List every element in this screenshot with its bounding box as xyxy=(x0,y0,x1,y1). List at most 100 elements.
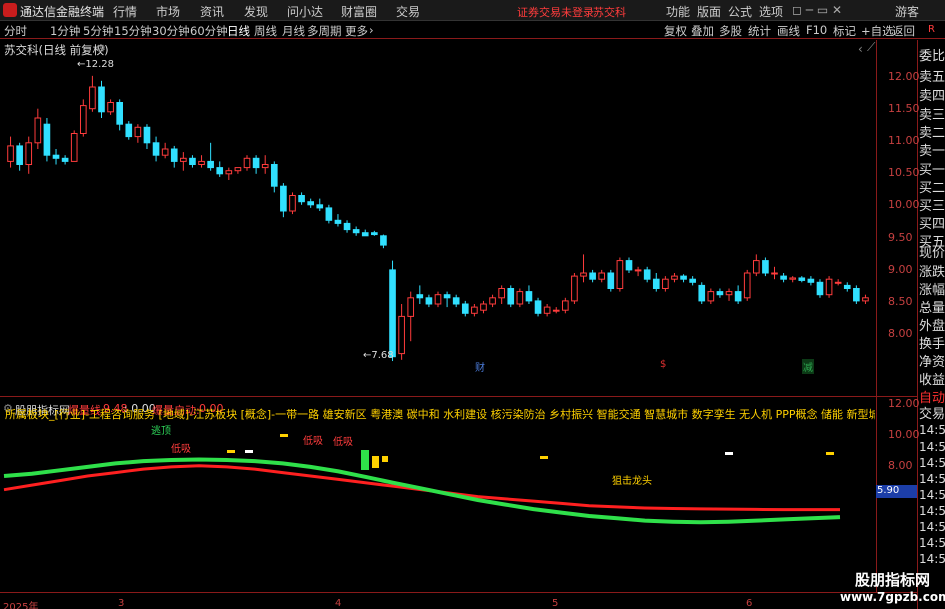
menu-item-news[interactable]: 资讯 xyxy=(200,3,224,20)
candle-body[interactable] xyxy=(562,300,569,311)
tool-mark-button[interactable]: 标记 xyxy=(833,23,856,39)
menu-item-wealth[interactable]: 财富圈 xyxy=(341,3,377,20)
menu-item-quotes[interactable]: 行情 xyxy=(113,3,137,20)
candle-body[interactable] xyxy=(180,157,187,162)
candle-body[interactable] xyxy=(625,260,633,271)
candle-body[interactable] xyxy=(743,272,751,299)
candle-body[interactable] xyxy=(134,126,142,138)
panel-row[interactable]: 涨跌 xyxy=(919,261,945,280)
candle-body[interactable] xyxy=(398,315,405,355)
panel-row[interactable]: 卖五 xyxy=(919,66,945,85)
candle-body[interactable] xyxy=(307,201,314,206)
candle-body[interactable] xyxy=(862,297,869,302)
candle-body[interactable] xyxy=(734,291,742,302)
candle-body[interactable] xyxy=(98,86,105,113)
guest-label[interactable]: 游客 xyxy=(895,3,919,20)
candle-body[interactable] xyxy=(161,148,169,156)
window-controls-icon[interactable]: ◻ ─ ▭ ✕ xyxy=(792,3,842,17)
candle-body[interactable] xyxy=(461,303,469,314)
panel-row[interactable]: 买一 xyxy=(919,159,945,178)
candle-body[interactable] xyxy=(789,277,797,280)
candle-body[interactable] xyxy=(89,86,96,110)
candle-body[interactable] xyxy=(407,297,415,317)
candle-body[interactable] xyxy=(34,117,42,144)
candle-body[interactable] xyxy=(652,278,660,289)
panel-tab-trade[interactable]: 交易 xyxy=(919,403,945,422)
candle-body[interactable] xyxy=(752,260,760,274)
period-tab[interactable]: 15分钟 xyxy=(114,23,152,39)
candle-body[interactable] xyxy=(107,102,114,113)
period-tab[interactable]: 周线 xyxy=(254,23,277,39)
candle-body[interactable] xyxy=(671,275,678,280)
period-more[interactable]: 更多 xyxy=(345,23,368,39)
candle-body[interactable] xyxy=(343,222,351,231)
candle-body[interactable] xyxy=(189,157,196,166)
candle-body[interactable] xyxy=(79,105,87,134)
candle-body[interactable] xyxy=(589,272,596,280)
menu-item-layout[interactable]: 版面 xyxy=(697,3,721,20)
candle-body[interactable] xyxy=(571,275,578,302)
candle-body[interactable] xyxy=(261,164,269,169)
panel-row[interactable]: 买四 xyxy=(919,213,945,232)
candle-body[interactable] xyxy=(389,269,396,358)
panel-row[interactable]: 卖二 xyxy=(919,122,945,141)
candle-body[interactable] xyxy=(798,277,806,281)
candle-body[interactable] xyxy=(816,281,824,296)
candle-body[interactable] xyxy=(380,235,387,246)
candle-body[interactable] xyxy=(425,297,433,305)
candle-body[interactable] xyxy=(152,142,160,156)
candle-body[interactable] xyxy=(434,294,442,305)
panel-row[interactable]: 总量 xyxy=(919,297,945,316)
event-marker-reduce[interactable]: 减 xyxy=(802,359,814,374)
candle-body[interactable] xyxy=(143,126,151,144)
candle-body[interactable] xyxy=(534,300,542,314)
period-tab[interactable]: 多周期 xyxy=(307,23,342,39)
candle-body[interactable] xyxy=(225,170,233,175)
panel-row[interactable]: 委比 xyxy=(919,45,945,64)
candle-body[interactable] xyxy=(762,260,769,274)
panel-row[interactable]: 换手 xyxy=(919,333,945,352)
candle-body[interactable] xyxy=(198,160,205,166)
candle-body[interactable] xyxy=(43,123,51,156)
candle-body[interactable] xyxy=(416,294,424,299)
menu-item-options[interactable]: 选项 xyxy=(759,3,783,20)
candle-body[interactable] xyxy=(598,272,606,280)
panel-row[interactable]: 卖四 xyxy=(919,85,945,104)
candle-body[interactable] xyxy=(780,275,787,280)
panel-row[interactable]: 现价 xyxy=(919,242,945,261)
candle-body[interactable] xyxy=(216,167,224,175)
candle-body[interactable] xyxy=(70,133,78,162)
candle-body[interactable] xyxy=(480,303,487,311)
candle-body[interactable] xyxy=(352,229,360,234)
panel-row[interactable]: 收益 xyxy=(919,369,945,388)
panel-row[interactable]: 涨幅 xyxy=(919,279,945,298)
candle-body[interactable] xyxy=(552,309,560,312)
candle-body[interactable] xyxy=(471,306,478,314)
period-tab[interactable]: 60分钟 xyxy=(190,23,228,39)
candle-body[interactable] xyxy=(843,284,851,289)
menu-item-discover[interactable]: 发现 xyxy=(244,3,268,20)
candle-body[interactable] xyxy=(280,185,287,212)
candle-body[interactable] xyxy=(698,284,706,302)
candle-body[interactable] xyxy=(771,272,778,275)
period-tab[interactable]: 月线 xyxy=(282,23,305,39)
candle-body[interactable] xyxy=(334,219,342,224)
period-tab[interactable]: 30分钟 xyxy=(152,23,190,39)
candle-body[interactable] xyxy=(689,278,696,283)
candle-body[interactable] xyxy=(498,288,505,299)
panel-row[interactable]: 外盘 xyxy=(919,315,945,334)
candle-body[interactable] xyxy=(634,269,642,272)
tool-back-button[interactable]: 返回 xyxy=(892,23,915,39)
candle-body[interactable] xyxy=(580,272,587,277)
menu-item-formula[interactable]: 公式 xyxy=(728,3,752,20)
menu-item-function[interactable]: 功能 xyxy=(666,3,690,20)
candle-body[interactable] xyxy=(662,278,669,289)
candle-body[interactable] xyxy=(289,195,296,212)
candle-body[interactable] xyxy=(7,145,14,162)
candle-body[interactable] xyxy=(270,164,278,187)
candle-body[interactable] xyxy=(125,123,133,138)
candle-body[interactable] xyxy=(725,291,733,296)
candle-body[interactable] xyxy=(207,160,214,169)
panel-row[interactable]: 卖三 xyxy=(919,104,945,123)
candle-body[interactable] xyxy=(25,142,33,166)
